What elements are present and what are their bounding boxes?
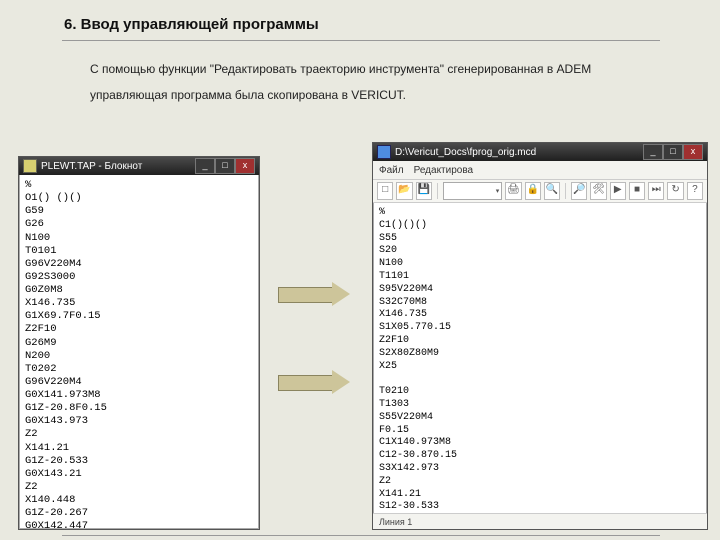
slide-heading: 6. Ввод управляющей программы <box>64 16 319 33</box>
find-icon[interactable]: 🔍 <box>544 182 560 200</box>
stop-icon[interactable]: ■ <box>629 182 645 200</box>
save-icon[interactable]: 💾 <box>416 182 432 200</box>
arrow-icon <box>278 370 350 394</box>
maximize-button[interactable]: □ <box>215 158 235 174</box>
zoom-icon[interactable]: 🔎 <box>571 182 587 200</box>
open-icon[interactable]: 📂 <box>396 182 412 200</box>
maximize-button[interactable]: □ <box>663 144 683 160</box>
toolbar-main: □ 📂 💾 ▾ 🖨 🔒 🔍 🔎 🛠 ▶ ■ ⏭ ↻ ? <box>373 180 707 203</box>
vericut-content[interactable]: % C1()()() S55 S20 N100 T1101 S95V220M4 … <box>373 203 707 529</box>
notepad-icon <box>23 159 37 173</box>
new-icon[interactable]: □ <box>377 182 393 200</box>
slide-body: С помощью функции "Редактировать траекто… <box>90 56 660 109</box>
vericut-app-icon <box>377 145 391 159</box>
titlebar-left: PLEWT.TAP - Блокнот _ □ x <box>19 157 259 175</box>
close-button[interactable]: x <box>235 158 255 174</box>
arrow-icon <box>278 282 350 306</box>
titlebar-right-title: D:\Vericut_Docs\fprog_orig.mcd <box>395 147 643 158</box>
divider-top <box>62 40 660 41</box>
lock-icon[interactable]: 🔒 <box>525 182 541 200</box>
notepad-content[interactable]: % O1() ()() G59 G26 N100 T0101 G96V220M4… <box>19 175 259 529</box>
toolbar-separator <box>565 183 566 199</box>
toolbar-separator <box>437 183 438 199</box>
minimize-button[interactable]: _ <box>643 144 663 160</box>
help-icon[interactable]: ? <box>687 182 703 200</box>
refresh-icon[interactable]: ↻ <box>667 182 683 200</box>
titlebar-left-title: PLEWT.TAP - Блокнот <box>41 161 195 172</box>
menubar: Файл Редактирова <box>373 161 707 180</box>
titlebar-right: D:\Vericut_Docs\fprog_orig.mcd _ □ x <box>373 143 707 161</box>
window-notepad: PLEWT.TAP - Блокнот _ □ x % O1() ()() G5… <box>18 156 260 530</box>
close-button[interactable]: x <box>683 144 703 160</box>
divider-bottom <box>62 535 660 536</box>
minimize-button[interactable]: _ <box>195 158 215 174</box>
tool-icon[interactable]: 🛠 <box>590 182 606 200</box>
step-icon[interactable]: ⏭ <box>648 182 664 200</box>
toolbar-dropdown[interactable]: ▾ <box>443 182 503 200</box>
chevron-down-icon: ▾ <box>496 187 500 195</box>
statusbar: Линия 1 <box>373 513 707 529</box>
window-vericut: D:\Vericut_Docs\fprog_orig.mcd _ □ x Фай… <box>372 142 708 530</box>
menu-file[interactable]: Файл <box>379 165 404 176</box>
play-icon[interactable]: ▶ <box>610 182 626 200</box>
print-icon[interactable]: 🖨 <box>505 182 521 200</box>
menu-edit[interactable]: Редактирова <box>414 165 474 176</box>
